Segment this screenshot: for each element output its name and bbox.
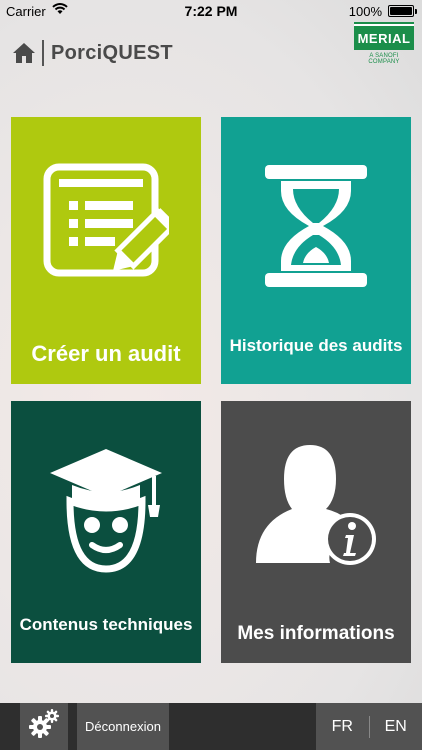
- user-info-icon: [221, 443, 411, 567]
- create-audit-tile[interactable]: Créer un audit: [11, 117, 201, 384]
- create-audit-label: Créer un audit: [31, 341, 181, 366]
- technical-contents-tile[interactable]: Contenus techniques: [11, 401, 201, 663]
- language-en-button[interactable]: EN: [370, 718, 422, 736]
- my-information-label: Mes informations: [237, 623, 395, 644]
- my-information-tile[interactable]: Mes informations: [221, 401, 411, 663]
- clipboard-list-icon: [11, 163, 201, 285]
- hourglass-icon: [221, 163, 411, 289]
- language-fr-button[interactable]: FR: [316, 718, 369, 736]
- battery-percent: 100%: [348, 4, 382, 19]
- battery-icon: [388, 5, 417, 17]
- audit-history-label: Historique des audits: [229, 336, 403, 355]
- settings-button[interactable]: [20, 703, 68, 750]
- gears-icon: [28, 708, 60, 745]
- logout-button[interactable]: Déconnexion: [77, 703, 169, 750]
- logo-tagline: A SANOFI COMPANY: [368, 53, 400, 65]
- home-icon[interactable]: [12, 42, 36, 64]
- merial-logo: MERIAL A SANOFI COMPANY: [354, 22, 414, 74]
- header-divider: [42, 40, 44, 66]
- audit-history-tile[interactable]: Historique des audits: [221, 117, 411, 384]
- graduate-icon: [11, 443, 201, 575]
- logo-name: MERIAL: [354, 26, 414, 50]
- status-bar: Carrier 7:22 PM 100%: [0, 0, 422, 22]
- language-switcher: FR EN: [316, 703, 422, 750]
- technical-contents-label: Contenus techniques: [19, 615, 193, 634]
- app-title: PorciQUEST: [51, 41, 173, 64]
- app-header: PorciQUEST: [12, 38, 173, 68]
